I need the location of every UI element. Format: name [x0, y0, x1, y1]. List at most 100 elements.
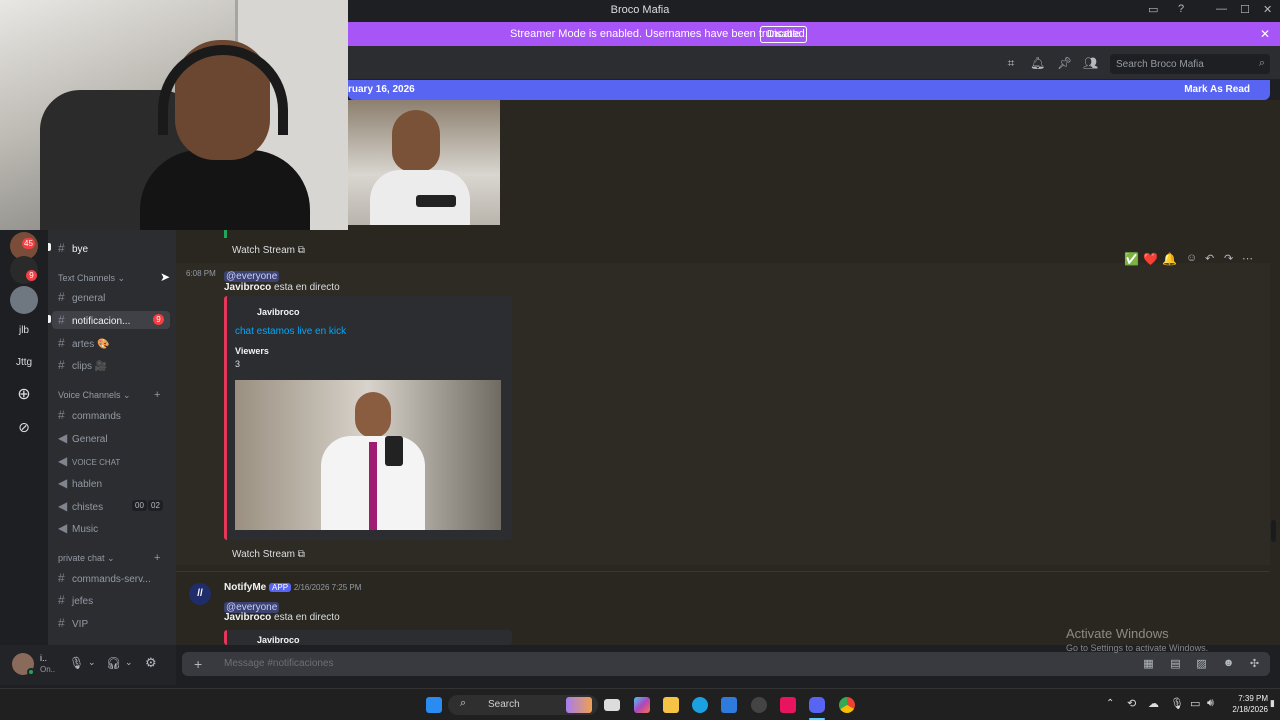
task-view-icon[interactable]	[604, 699, 620, 711]
message-composer[interactable]: + Message #notificaciones ▦ ▤ ▨ ☻ ✣	[182, 652, 1270, 676]
mark-as-read-button[interactable]: Mark As Read	[1184, 84, 1250, 95]
forward-icon[interactable]: ↷	[1224, 252, 1233, 265]
disable-streamer-mode-button[interactable]: Disable	[760, 26, 808, 43]
voice-channel-general[interactable]: ◀ General	[58, 431, 108, 447]
pin-icon[interactable]: 📌︎	[1057, 56, 1072, 70]
channel-notificaciones[interactable]: # notificacion...	[58, 313, 130, 329]
tray-network-icon[interactable]: ▭	[1190, 697, 1200, 710]
heart-reaction-icon[interactable]: ❤️	[1143, 252, 1158, 266]
threads-icon[interactable]: ⌗	[1004, 56, 1018, 70]
discord-icon[interactable]	[809, 697, 825, 713]
add-channel-icon[interactable]: +	[154, 552, 160, 564]
channel-bye[interactable]: # bye	[58, 241, 88, 257]
channel-commands[interactable]: # commands	[58, 408, 121, 424]
more-icon[interactable]: ⋯	[1242, 252, 1253, 265]
channel-vip[interactable]: # VIP	[58, 616, 88, 632]
category-text-channels[interactable]: Text Channels ⌄	[58, 273, 125, 284]
tray-chevron-icon[interactable]: ⌃	[1106, 698, 1114, 709]
minimize-button[interactable]: —	[1216, 3, 1227, 15]
message-author-inline-2: Javibroco	[224, 612, 272, 623]
server-icon-3[interactable]	[10, 286, 38, 314]
add-server-icon[interactable]: ⊕	[10, 381, 38, 409]
chevron-down-icon[interactable]: ⌄	[125, 657, 133, 668]
username-truncated[interactable]: i..	[40, 653, 47, 663]
watch-stream-label-2: Watch Stream	[232, 549, 295, 560]
taskbar-time: 7:39 PM	[1238, 694, 1268, 703]
hash-icon: #	[58, 313, 65, 327]
speaker-icon: ◀	[58, 521, 68, 535]
bell-reaction-icon[interactable]: 🔔	[1162, 252, 1177, 266]
stream-thumbnail-1[interactable]	[348, 100, 500, 225]
maximize-button[interactable]: ☐	[1240, 3, 1250, 16]
stream-thumbnail-2[interactable]	[235, 380, 501, 530]
channel-commands-server[interactable]: # commands-serv...	[58, 571, 151, 587]
add-channel-icon[interactable]: +	[154, 389, 160, 401]
voice-channel-hablen[interactable]: ◀ hablen	[58, 476, 102, 492]
channel-general[interactable]: # general	[58, 290, 105, 306]
new-messages-bar[interactable]: ruary 16, 2026 Mark As Read	[348, 80, 1270, 100]
file-explorer-icon[interactable]	[663, 697, 679, 713]
taskbar-search-label: Search	[488, 699, 520, 710]
voice-user-count: 00	[132, 500, 147, 511]
tray-sync-icon[interactable]: ⟲	[1127, 697, 1136, 710]
headphones-toggle-icon[interactable]: 🎧︎	[106, 656, 121, 670]
chevron-down-icon[interactable]: ⌄	[88, 657, 96, 668]
server-icon-jlb[interactable]: jlb	[10, 317, 38, 345]
voice-channel-voice-chat[interactable]: ◀ VOICE CHAT	[58, 454, 120, 470]
notification-icon[interactable]: ▮	[1270, 698, 1275, 709]
sticker-icon[interactable]: ▨	[1195, 657, 1208, 670]
apps-icon[interactable]: ✣	[1248, 657, 1261, 670]
server-label-jttg: Jttg	[15, 357, 33, 368]
check-reaction-icon[interactable]: ✅	[1124, 252, 1139, 266]
voice-user-limit: 02	[148, 500, 163, 511]
category-voice-channels[interactable]: Voice Channels ⌄ +	[58, 389, 160, 401]
discover-icon[interactable]: ⊘	[10, 413, 38, 441]
members-icon[interactable]: 👥︎	[1083, 56, 1098, 70]
server-badge-2: 9	[26, 270, 37, 281]
help-icon[interactable]: ?	[1178, 3, 1184, 15]
microphone-icon[interactable]: 🎙︎	[69, 656, 84, 670]
tray-mic-icon[interactable]: 🎙︎	[1170, 697, 1184, 710]
message-author[interactable]: NotifyMe	[224, 582, 266, 593]
chrome-icon[interactable]	[839, 697, 855, 713]
message-author-inline: Javibroco	[224, 282, 272, 293]
widget-icon[interactable]	[566, 697, 592, 713]
external-link-icon: ⧉	[297, 245, 305, 256]
gif-icon[interactable]: ▤	[1169, 657, 1182, 670]
copilot-icon[interactable]	[634, 697, 650, 713]
bell-icon[interactable]: 🔔︎	[1030, 56, 1045, 70]
search-input[interactable]: Search Broco Mafia ⌕	[1110, 54, 1270, 74]
store-icon[interactable]	[721, 697, 737, 713]
close-icon[interactable]: ✕	[1260, 27, 1270, 41]
watch-stream-link[interactable]: Watch Stream ⧉	[232, 245, 305, 256]
inbox-icon[interactable]: ▭	[1148, 3, 1158, 16]
windows-start-icon[interactable]	[426, 697, 442, 713]
reply-icon[interactable]: ↶	[1205, 252, 1214, 265]
app-icon[interactable]	[751, 697, 767, 713]
close-window-button[interactable]: ✕	[1263, 3, 1272, 16]
voice-channel-chistes[interactable]: ◀ chistes	[58, 499, 103, 515]
scrollbar-thumb[interactable]	[1271, 520, 1276, 542]
channel-jefes[interactable]: # jefes	[58, 593, 93, 609]
attach-plus-icon[interactable]: +	[194, 656, 202, 672]
tray-volume-icon[interactable]: 🔊︎	[1207, 697, 1214, 710]
server-icon-jttg[interactable]: Jttg	[10, 349, 38, 377]
watch-stream-link-2[interactable]: Watch Stream ⧉	[232, 549, 305, 560]
voice-channel-music[interactable]: ◀ Music	[58, 521, 98, 537]
gear-icon[interactable]: ⚙	[145, 655, 157, 671]
category-private-chat[interactable]: private chat ⌄ +	[58, 552, 160, 564]
notifyme-avatar[interactable]: //	[189, 583, 211, 605]
taskbar-clock[interactable]: 7:39 PM 2/18/2026	[1226, 693, 1268, 715]
tiktok-icon[interactable]	[780, 697, 796, 713]
channel-clips[interactable]: # clips 🎥	[58, 358, 107, 374]
channel-label: artes 🎨	[72, 339, 110, 350]
emoji-icon[interactable]: ☻	[1222, 657, 1235, 670]
message-body-2: esta en directo	[274, 612, 340, 623]
everyone-mention[interactable]: @everyone	[224, 271, 280, 282]
channel-artes[interactable]: # artes 🎨	[58, 336, 109, 352]
add-reaction-icon[interactable]: ☺	[1186, 252, 1197, 264]
edge-icon[interactable]	[692, 697, 708, 713]
tray-cloud-icon[interactable]: ☁	[1148, 697, 1159, 710]
embed-title-link[interactable]: chat estamos live en kick	[235, 326, 346, 337]
gift-icon[interactable]: ▦	[1142, 657, 1155, 670]
